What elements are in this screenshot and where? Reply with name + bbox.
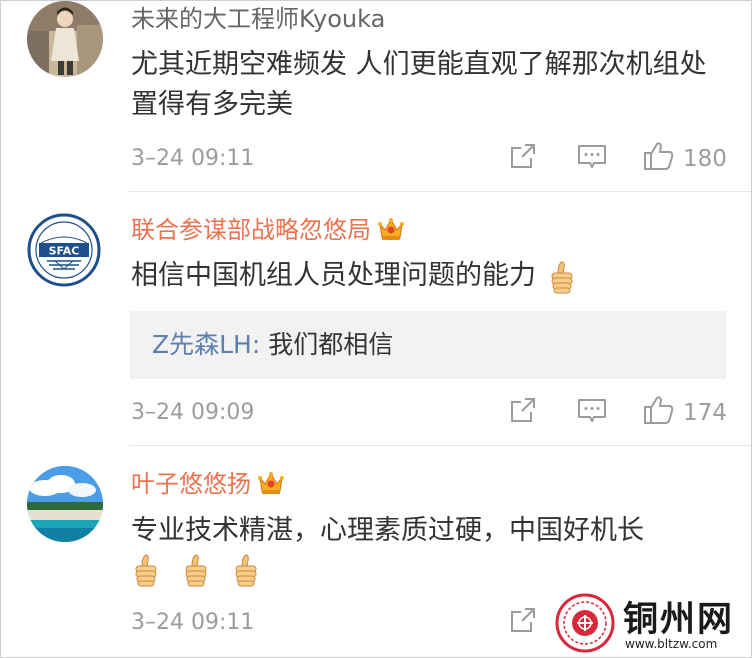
timestamp: 3–24 09:11	[131, 610, 255, 635]
site-logo-icon	[555, 593, 615, 653]
comment-text: 专业技术精湛，心理素质过硬，中国好机长	[131, 515, 644, 546]
user-avatar[interactable]	[27, 466, 103, 542]
timestamp: 3–24 09:09	[131, 400, 255, 425]
user-avatar[interactable]	[27, 1, 103, 77]
crown-icon	[257, 470, 285, 496]
username: 联合参谋部战略忽悠局	[131, 215, 405, 245]
watermark-title: 铜州网	[623, 599, 735, 640]
emoji-row	[133, 553, 278, 593]
comment-meta: 3–24 09:11 180	[131, 144, 731, 174]
comment-text-content: 相信中国机组人员处理问题的能力	[131, 260, 536, 291]
share-icon[interactable]	[509, 142, 537, 170]
comment-icon[interactable]	[577, 397, 607, 425]
sfac-logo-text: SFAC	[49, 245, 80, 258]
reply-text: 我们都相信	[268, 330, 394, 359]
divider	[129, 191, 751, 192]
username[interactable]: 未来的大工程师Kyouka	[131, 4, 385, 34]
comment-meta: 3–24 09:09 174	[131, 398, 731, 428]
thumbs-up-icon	[183, 553, 210, 587]
crown-icon	[377, 216, 405, 242]
share-icon[interactable]	[509, 606, 537, 634]
like-count: 174	[683, 400, 727, 426]
reply-box[interactable]: Z先森LH: 我们都相信	[130, 311, 726, 379]
like-count: 180	[683, 146, 727, 172]
comment-text: 相信中国机组人员处理问题的能力	[131, 256, 731, 296]
thumbs-up-icon	[133, 553, 160, 587]
reply-username[interactable]: Z先森LH:	[152, 330, 260, 359]
comment-icon[interactable]	[577, 143, 607, 171]
comment-text: 尤其近期空难频发 人们更能直观了解那次机组处置得有多完美	[131, 49, 707, 120]
thumbs-up-icon	[233, 553, 260, 587]
share-icon[interactable]	[509, 396, 537, 424]
username-text[interactable]: 联合参谋部战略忽悠局	[131, 216, 371, 244]
person-photo-avatar	[27, 1, 103, 77]
username: 叶子悠悠扬	[131, 469, 285, 499]
divider	[129, 445, 751, 446]
comment-list: 未来的大工程师Kyouka 尤其近期空难频发 人们更能直观了解那次机组处置得有多…	[0, 0, 752, 658]
watermark: 铜州网 www.bltzw.com	[549, 587, 749, 657]
beach-photo-avatar	[27, 466, 103, 542]
sfac-logo-avatar: SFAC	[27, 213, 101, 287]
watermark-url: www.bltzw.com	[625, 637, 718, 651]
user-avatar[interactable]: SFAC	[27, 213, 101, 287]
timestamp: 3–24 09:11	[131, 146, 255, 171]
like-icon[interactable]	[643, 394, 675, 426]
like-icon[interactable]	[643, 140, 675, 172]
username-text[interactable]: 叶子悠悠扬	[131, 470, 251, 498]
thumbs-up-icon	[549, 260, 576, 294]
